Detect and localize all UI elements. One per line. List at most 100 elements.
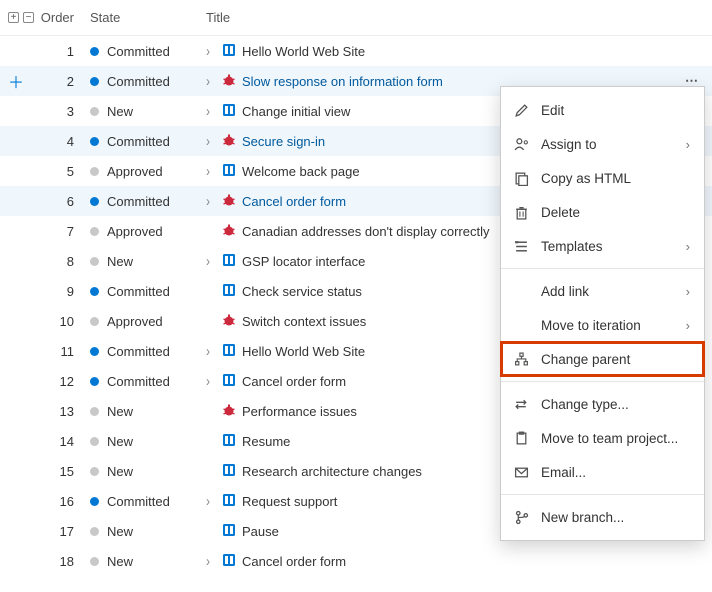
cell-state: New bbox=[88, 254, 200, 269]
pbi-icon bbox=[222, 493, 236, 510]
branch-icon bbox=[513, 510, 529, 525]
menu-item-copyhtml[interactable]: Copy as HTML bbox=[501, 161, 704, 195]
expand-collapse-controls: + − bbox=[0, 12, 38, 23]
bug-icon bbox=[222, 403, 236, 420]
cell-state: Committed bbox=[88, 44, 200, 59]
grid-header: + − Order State Title bbox=[0, 0, 712, 36]
menu-item-edit[interactable]: Edit bbox=[501, 93, 704, 127]
state-label: Committed bbox=[107, 194, 170, 209]
cell-order: 4 bbox=[38, 134, 88, 149]
state-dot-icon bbox=[90, 257, 99, 266]
cell-state: Committed bbox=[88, 74, 200, 89]
menu-item-label: Delete bbox=[541, 205, 690, 220]
cell-order: 5 bbox=[38, 164, 88, 179]
state-dot-icon bbox=[90, 467, 99, 476]
work-item-title[interactable]: GSP locator interface bbox=[242, 254, 365, 269]
menu-item-label: New branch... bbox=[541, 510, 690, 525]
chevron-right-icon[interactable]: › bbox=[206, 103, 216, 120]
state-label: New bbox=[107, 104, 133, 119]
work-item-title[interactable]: Canadian addresses don't display correct… bbox=[242, 224, 489, 239]
menu-item-moveiter[interactable]: Move to iteration› bbox=[501, 308, 704, 342]
state-label: New bbox=[107, 434, 133, 449]
state-dot-icon bbox=[90, 347, 99, 356]
pbi-icon bbox=[222, 553, 236, 570]
cell-title: › Hello World Web Site bbox=[200, 43, 672, 60]
work-item-title[interactable]: Request support bbox=[242, 494, 337, 509]
work-item-title[interactable]: Cancel order form bbox=[242, 374, 346, 389]
chevron-right-icon[interactable]: › bbox=[206, 163, 216, 180]
cell-state: New bbox=[88, 524, 200, 539]
work-item-title[interactable]: Slow response on information form bbox=[242, 74, 443, 89]
collapse-all-icon[interactable]: − bbox=[23, 12, 34, 23]
menu-item-addlink[interactable]: Add link› bbox=[501, 274, 704, 308]
template-icon bbox=[513, 239, 529, 254]
work-item-title[interactable]: Research architecture changes bbox=[242, 464, 422, 479]
column-header-title[interactable]: Title bbox=[200, 10, 672, 25]
menu-item-newbranch[interactable]: New branch... bbox=[501, 500, 704, 534]
work-item-title[interactable]: Hello World Web Site bbox=[242, 44, 365, 59]
pbi-icon bbox=[222, 283, 236, 300]
folder-icon bbox=[513, 431, 529, 446]
state-dot-icon bbox=[90, 557, 99, 566]
chevron-right-icon[interactable]: › bbox=[206, 343, 216, 360]
work-item-title[interactable]: Cancel order form bbox=[242, 194, 346, 209]
menu-item-label: Email... bbox=[541, 465, 690, 480]
column-header-order[interactable]: Order bbox=[38, 10, 88, 25]
chevron-right-icon[interactable]: › bbox=[206, 193, 216, 210]
work-item-title[interactable]: Hello World Web Site bbox=[242, 344, 365, 359]
menu-item-delete[interactable]: Delete bbox=[501, 195, 704, 229]
state-dot-icon bbox=[90, 107, 99, 116]
menu-item-label: Change type... bbox=[541, 397, 690, 412]
add-item-icon[interactable]: ＋ bbox=[8, 69, 24, 93]
cell-order: 8 bbox=[38, 254, 88, 269]
menu-item-label: Templates bbox=[541, 239, 674, 254]
chevron-right-icon[interactable]: › bbox=[206, 253, 216, 270]
menu-item-moveproj[interactable]: Move to team project... bbox=[501, 421, 704, 455]
bug-icon bbox=[222, 73, 236, 90]
menu-item-chparent[interactable]: Change parent bbox=[501, 342, 704, 376]
chevron-right-icon[interactable]: › bbox=[206, 43, 216, 60]
cell-state: New bbox=[88, 104, 200, 119]
menu-item-label: Add link bbox=[541, 284, 674, 299]
menu-item-chtype[interactable]: Change type... bbox=[501, 387, 704, 421]
work-item-title[interactable]: Switch context issues bbox=[242, 314, 366, 329]
state-label: Approved bbox=[107, 224, 163, 239]
state-dot-icon bbox=[90, 137, 99, 146]
work-item-title[interactable]: Pause bbox=[242, 524, 279, 539]
state-label: New bbox=[107, 404, 133, 419]
work-item-title[interactable]: Welcome back page bbox=[242, 164, 360, 179]
work-item-title[interactable]: Change initial view bbox=[242, 104, 350, 119]
chevron-right-icon[interactable]: › bbox=[206, 373, 216, 390]
chevron-right-icon[interactable]: › bbox=[206, 133, 216, 150]
cell-order: 16 bbox=[38, 494, 88, 509]
column-header-state[interactable]: State bbox=[88, 10, 200, 25]
pbi-icon bbox=[222, 463, 236, 480]
table-row[interactable]: 1 Committed›Hello World Web Site bbox=[0, 36, 712, 66]
menu-item-templates[interactable]: Templates› bbox=[501, 229, 704, 263]
menu-separator bbox=[501, 494, 704, 495]
cell-state: Approved bbox=[88, 314, 200, 329]
chevron-right-icon[interactable]: › bbox=[206, 493, 216, 510]
pbi-icon bbox=[222, 253, 236, 270]
copy-icon bbox=[513, 171, 529, 186]
work-item-title[interactable]: Secure sign-in bbox=[242, 134, 325, 149]
work-item-title[interactable]: Performance issues bbox=[242, 404, 357, 419]
cell-order: 9 bbox=[38, 284, 88, 299]
work-item-title[interactable]: Cancel order form bbox=[242, 554, 346, 569]
expand-all-icon[interactable]: + bbox=[8, 12, 19, 23]
cell-order: 7 bbox=[38, 224, 88, 239]
table-row[interactable]: 18 New›Cancel order form bbox=[0, 546, 712, 576]
menu-separator bbox=[501, 381, 704, 382]
state-dot-icon bbox=[90, 407, 99, 416]
work-item-title[interactable]: Resume bbox=[242, 434, 290, 449]
work-item-title[interactable]: Check service status bbox=[242, 284, 362, 299]
trash-icon bbox=[513, 205, 529, 220]
menu-separator bbox=[501, 268, 704, 269]
chevron-right-icon[interactable]: › bbox=[206, 553, 216, 570]
state-dot-icon bbox=[90, 197, 99, 206]
menu-item-assign[interactable]: Assign to› bbox=[501, 127, 704, 161]
menu-item-email[interactable]: Email... bbox=[501, 455, 704, 489]
chevron-right-icon[interactable]: › bbox=[206, 73, 216, 90]
menu-item-label: Change parent bbox=[541, 352, 690, 367]
cell-state: Committed bbox=[88, 344, 200, 359]
